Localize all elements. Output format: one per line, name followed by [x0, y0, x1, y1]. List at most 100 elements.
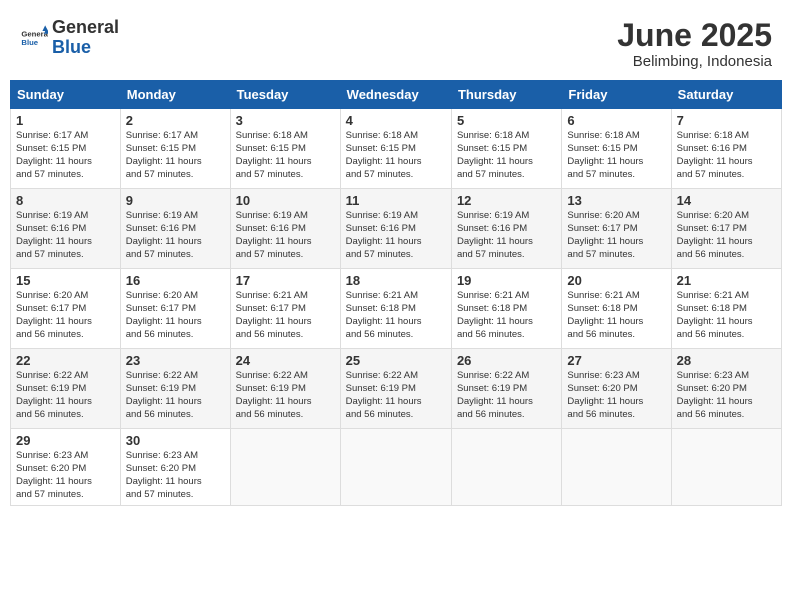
- header-saturday: Saturday: [671, 81, 781, 109]
- day-cell-18: 18 Sunrise: 6:21 AMSunset: 6:18 PMDaylig…: [340, 269, 451, 349]
- day-cell-15: 15 Sunrise: 6:20 AMSunset: 6:17 PMDaylig…: [11, 269, 121, 349]
- day-number-13: 13: [567, 193, 665, 208]
- day-info-24: Sunrise: 6:22 AMSunset: 6:19 PMDaylight:…: [236, 370, 335, 421]
- day-number-7: 7: [677, 113, 776, 128]
- day-cell-4: 4 Sunrise: 6:18 AMSunset: 6:15 PMDayligh…: [340, 109, 451, 189]
- day-number-26: 26: [457, 353, 556, 368]
- day-number-16: 16: [126, 273, 225, 288]
- calendar: Sunday Monday Tuesday Wednesday Thursday…: [10, 80, 782, 506]
- day-cell-5: 5 Sunrise: 6:18 AMSunset: 6:15 PMDayligh…: [451, 109, 561, 189]
- day-number-10: 10: [236, 193, 335, 208]
- header: General Blue General Blue June 2025 Beli…: [10, 10, 782, 75]
- day-number-25: 25: [346, 353, 446, 368]
- day-info-3: Sunrise: 6:18 AMSunset: 6:15 PMDaylight:…: [236, 130, 335, 181]
- day-number-18: 18: [346, 273, 446, 288]
- day-number-28: 28: [677, 353, 776, 368]
- day-cell-3: 3 Sunrise: 6:18 AMSunset: 6:15 PMDayligh…: [230, 109, 340, 189]
- day-cell-27: 27 Sunrise: 6:23 AMSunset: 6:20 PMDaylig…: [562, 349, 671, 429]
- day-cell-19: 19 Sunrise: 6:21 AMSunset: 6:18 PMDaylig…: [451, 269, 561, 349]
- day-number-23: 23: [126, 353, 225, 368]
- day-number-22: 22: [16, 353, 115, 368]
- day-cell-11: 11 Sunrise: 6:19 AMSunset: 6:16 PMDaylig…: [340, 189, 451, 269]
- svg-text:Blue: Blue: [21, 38, 38, 47]
- day-cell-20: 20 Sunrise: 6:21 AMSunset: 6:18 PMDaylig…: [562, 269, 671, 349]
- logo-blue: Blue: [52, 37, 91, 57]
- day-cell-1: 1 Sunrise: 6:17 AMSunset: 6:15 PMDayligh…: [11, 109, 121, 189]
- day-info-29: Sunrise: 6:23 AMSunset: 6:20 PMDaylight:…: [16, 450, 115, 501]
- day-cell-7: 7 Sunrise: 6:18 AMSunset: 6:16 PMDayligh…: [671, 109, 781, 189]
- day-info-17: Sunrise: 6:21 AMSunset: 6:17 PMDaylight:…: [236, 290, 335, 341]
- day-cell-6: 6 Sunrise: 6:18 AMSunset: 6:15 PMDayligh…: [562, 109, 671, 189]
- day-number-21: 21: [677, 273, 776, 288]
- day-info-2: Sunrise: 6:17 AMSunset: 6:15 PMDaylight:…: [126, 130, 225, 181]
- header-sunday: Sunday: [11, 81, 121, 109]
- day-info-7: Sunrise: 6:18 AMSunset: 6:16 PMDaylight:…: [677, 130, 776, 181]
- day-cell-30: 30 Sunrise: 6:23 AMSunset: 6:20 PMDaylig…: [120, 429, 230, 506]
- day-cell-13: 13 Sunrise: 6:20 AMSunset: 6:17 PMDaylig…: [562, 189, 671, 269]
- day-cell-22: 22 Sunrise: 6:22 AMSunset: 6:19 PMDaylig…: [11, 349, 121, 429]
- day-number-24: 24: [236, 353, 335, 368]
- day-number-29: 29: [16, 433, 115, 448]
- day-info-25: Sunrise: 6:22 AMSunset: 6:19 PMDaylight:…: [346, 370, 446, 421]
- day-info-20: Sunrise: 6:21 AMSunset: 6:18 PMDaylight:…: [567, 290, 665, 341]
- day-number-2: 2: [126, 113, 225, 128]
- day-info-11: Sunrise: 6:19 AMSunset: 6:16 PMDaylight:…: [346, 210, 446, 261]
- day-info-22: Sunrise: 6:22 AMSunset: 6:19 PMDaylight:…: [16, 370, 115, 421]
- day-number-1: 1: [16, 113, 115, 128]
- day-number-14: 14: [677, 193, 776, 208]
- day-cell-28: 28 Sunrise: 6:23 AMSunset: 6:20 PMDaylig…: [671, 349, 781, 429]
- day-cell-14: 14 Sunrise: 6:20 AMSunset: 6:17 PMDaylig…: [671, 189, 781, 269]
- header-monday: Monday: [120, 81, 230, 109]
- empty-cell: [340, 429, 451, 506]
- day-cell-21: 21 Sunrise: 6:21 AMSunset: 6:18 PMDaylig…: [671, 269, 781, 349]
- day-cell-16: 16 Sunrise: 6:20 AMSunset: 6:17 PMDaylig…: [120, 269, 230, 349]
- day-info-16: Sunrise: 6:20 AMSunset: 6:17 PMDaylight:…: [126, 290, 225, 341]
- day-info-27: Sunrise: 6:23 AMSunset: 6:20 PMDaylight:…: [567, 370, 665, 421]
- weekday-header-row: Sunday Monday Tuesday Wednesday Thursday…: [11, 81, 782, 109]
- day-info-21: Sunrise: 6:21 AMSunset: 6:18 PMDaylight:…: [677, 290, 776, 341]
- day-number-9: 9: [126, 193, 225, 208]
- day-number-3: 3: [236, 113, 335, 128]
- week-row-2: 8 Sunrise: 6:19 AMSunset: 6:16 PMDayligh…: [11, 189, 782, 269]
- day-number-15: 15: [16, 273, 115, 288]
- day-info-15: Sunrise: 6:20 AMSunset: 6:17 PMDaylight:…: [16, 290, 115, 341]
- day-number-30: 30: [126, 433, 225, 448]
- empty-cell: [230, 429, 340, 506]
- empty-cell: [671, 429, 781, 506]
- logo-general: General: [52, 17, 119, 37]
- empty-cell: [451, 429, 561, 506]
- day-info-14: Sunrise: 6:20 AMSunset: 6:17 PMDaylight:…: [677, 210, 776, 261]
- week-row-4: 22 Sunrise: 6:22 AMSunset: 6:19 PMDaylig…: [11, 349, 782, 429]
- day-cell-17: 17 Sunrise: 6:21 AMSunset: 6:17 PMDaylig…: [230, 269, 340, 349]
- day-info-28: Sunrise: 6:23 AMSunset: 6:20 PMDaylight:…: [677, 370, 776, 421]
- day-number-17: 17: [236, 273, 335, 288]
- day-info-1: Sunrise: 6:17 AMSunset: 6:15 PMDaylight:…: [16, 130, 115, 181]
- header-thursday: Thursday: [451, 81, 561, 109]
- day-info-30: Sunrise: 6:23 AMSunset: 6:20 PMDaylight:…: [126, 450, 225, 501]
- day-cell-10: 10 Sunrise: 6:19 AMSunset: 6:16 PMDaylig…: [230, 189, 340, 269]
- day-cell-29: 29 Sunrise: 6:23 AMSunset: 6:20 PMDaylig…: [11, 429, 121, 506]
- week-row-1: 1 Sunrise: 6:17 AMSunset: 6:15 PMDayligh…: [11, 109, 782, 189]
- day-info-4: Sunrise: 6:18 AMSunset: 6:15 PMDaylight:…: [346, 130, 446, 181]
- day-info-6: Sunrise: 6:18 AMSunset: 6:15 PMDaylight:…: [567, 130, 665, 181]
- day-cell-23: 23 Sunrise: 6:22 AMSunset: 6:19 PMDaylig…: [120, 349, 230, 429]
- header-friday: Friday: [562, 81, 671, 109]
- day-info-19: Sunrise: 6:21 AMSunset: 6:18 PMDaylight:…: [457, 290, 556, 341]
- day-number-19: 19: [457, 273, 556, 288]
- day-info-26: Sunrise: 6:22 AMSunset: 6:19 PMDaylight:…: [457, 370, 556, 421]
- day-cell-12: 12 Sunrise: 6:19 AMSunset: 6:16 PMDaylig…: [451, 189, 561, 269]
- logo: General Blue General Blue: [20, 18, 119, 58]
- day-number-8: 8: [16, 193, 115, 208]
- day-info-12: Sunrise: 6:19 AMSunset: 6:16 PMDaylight:…: [457, 210, 556, 261]
- week-row-5: 29 Sunrise: 6:23 AMSunset: 6:20 PMDaylig…: [11, 429, 782, 506]
- day-number-6: 6: [567, 113, 665, 128]
- day-number-27: 27: [567, 353, 665, 368]
- day-info-5: Sunrise: 6:18 AMSunset: 6:15 PMDaylight:…: [457, 130, 556, 181]
- logo-text: General Blue: [52, 18, 119, 58]
- day-info-8: Sunrise: 6:19 AMSunset: 6:16 PMDaylight:…: [16, 210, 115, 261]
- day-info-10: Sunrise: 6:19 AMSunset: 6:16 PMDaylight:…: [236, 210, 335, 261]
- empty-cell: [562, 429, 671, 506]
- day-cell-8: 8 Sunrise: 6:19 AMSunset: 6:16 PMDayligh…: [11, 189, 121, 269]
- day-info-18: Sunrise: 6:21 AMSunset: 6:18 PMDaylight:…: [346, 290, 446, 341]
- month-year: June 2025: [617, 18, 772, 53]
